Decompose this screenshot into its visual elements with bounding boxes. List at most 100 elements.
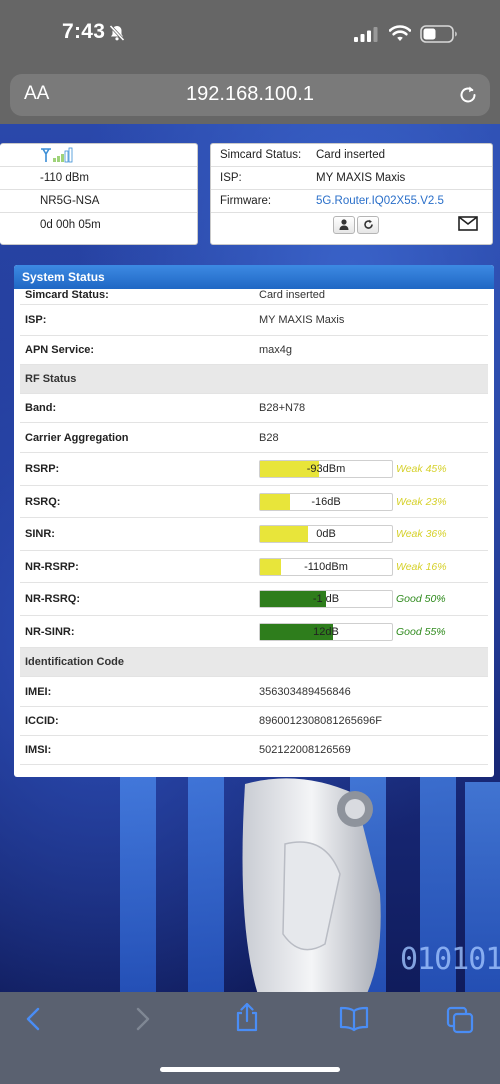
signal-strength-value: -110 dBm	[0, 167, 197, 190]
table-row: ISP: MY MAXIS Maxis	[20, 305, 488, 336]
signal-row	[0, 144, 197, 167]
address-bar[interactable]: AA 192.168.100.1	[10, 74, 490, 116]
nr-rsrq-meter: -1 dB	[259, 590, 393, 608]
antenna-signal-icon	[41, 147, 73, 163]
forward-icon[interactable]	[130, 1006, 154, 1032]
quality-label: Good 55%	[396, 625, 446, 638]
ios-status-bar: 7:43	[0, 0, 500, 68]
row-value: B28	[259, 431, 279, 444]
refresh-icon	[363, 219, 373, 229]
table-row: Carrier Aggregation B28	[20, 423, 488, 453]
network-mode-value: NR5G-NSA	[0, 190, 197, 213]
meter-value: 0dB	[316, 528, 336, 540]
user-button[interactable]	[333, 215, 355, 234]
isp-label: ISP:	[220, 172, 242, 184]
info-row: Simcard Status: Card inserted	[211, 144, 492, 167]
system-status-title: System Status	[14, 265, 494, 289]
firmware-label: Firmware:	[220, 195, 272, 207]
row-label: Carrier Aggregation	[25, 431, 129, 444]
bookmarks-icon[interactable]	[339, 1006, 369, 1032]
table-row: Simcard Status: Card inserted	[20, 289, 488, 305]
mail-icon[interactable]	[458, 216, 478, 231]
row-label: IMEI:	[25, 685, 52, 698]
quality-label: Weak 45%	[396, 463, 447, 475]
row-label: SINR:	[25, 528, 55, 540]
nr-rsrp-meter: -110dBm	[259, 557, 393, 576]
reload-icon[interactable]	[457, 84, 479, 106]
tabs-icon[interactable]	[446, 1006, 474, 1034]
table-row: ICCID: 8960012308081265696F	[20, 707, 488, 736]
nr-sinr-meter: 12dB	[259, 622, 393, 641]
url-text[interactable]: 192.168.100.1	[10, 83, 490, 106]
row-label: IMSI:	[25, 744, 52, 756]
table-row: IMSI: 502122008126569	[20, 736, 488, 765]
bg-binary-text: 01010101	[400, 942, 500, 977]
table-row: NR-RSRQ: -1 dB Good 50%	[20, 583, 488, 616]
row-label: Band:	[25, 402, 57, 414]
firmware-link[interactable]: 5G.Router.IQ02X55.V2.5	[316, 195, 444, 207]
connection-info-panel: -110 dBm NR5G-NSA 0d 00h 05m	[0, 143, 198, 245]
row-label: ICCID:	[25, 715, 59, 727]
row-value: 8960012308081265696F	[259, 715, 382, 727]
rsrp-meter: -93dBm	[259, 460, 393, 478]
tools-row	[211, 213, 492, 236]
row-label: NR-RSRP:	[25, 560, 79, 573]
system-status-panel: System Status Simcard Status: Card inser…	[14, 265, 494, 777]
robot-arm-illustration	[242, 778, 381, 992]
simcard-label: Simcard Status:	[220, 149, 302, 161]
table-row: APN Service: max4g	[20, 336, 488, 365]
quality-label: Weak 23%	[396, 495, 447, 508]
table-row: RSRQ: -16dB Weak 23%	[20, 486, 488, 518]
isp-value: MY MAXIS Maxis	[316, 172, 406, 184]
device-info-panel: Simcard Status: Card inserted ISP: MY MA…	[210, 143, 493, 245]
section-title: RF Status	[25, 373, 77, 385]
row-value: B28+N78	[259, 402, 306, 414]
quality-label: Weak 36%	[396, 528, 447, 540]
meter-value: -16dB	[311, 495, 341, 508]
row-label: RSRP:	[25, 463, 60, 475]
uptime-value: 0d 00h 05m	[40, 218, 101, 231]
sinr-meter: 0dB	[259, 525, 393, 543]
table-row: NR-RSRP: -110dBm Weak 16%	[20, 551, 488, 583]
user-icon	[339, 219, 349, 230]
wifi-icon	[389, 25, 411, 41]
meter-value: 12dB	[313, 625, 339, 638]
rsrq-meter: -16dB	[259, 492, 393, 511]
row-value: 356303489456846	[259, 685, 351, 698]
share-icon[interactable]	[234, 1002, 260, 1032]
refresh-button[interactable]	[357, 215, 379, 234]
signal-icon	[354, 27, 378, 42]
table-row: RSRP: -93dBm Weak 45%	[20, 453, 488, 486]
bg-decor-bar	[120, 752, 156, 992]
system-status-table: Simcard Status: Card inserted ISP: MY MA…	[14, 289, 494, 765]
back-icon[interactable]	[22, 1006, 46, 1032]
row-value: 502122008126569	[259, 744, 351, 756]
table-row: IMEI: 356303489456846	[20, 677, 488, 707]
row-label: NR-SINR:	[25, 625, 75, 638]
table-row: Band: B28+N78	[20, 394, 488, 423]
row-label: ISP:	[25, 314, 47, 326]
table-row: NR-SINR: 12dB Good 55%	[20, 616, 488, 648]
status-time: 7:43	[62, 20, 106, 43]
home-indicator	[160, 1067, 340, 1072]
row-label: RSRQ:	[25, 495, 61, 508]
battery-icon	[420, 25, 457, 43]
meter-value: -93dBm	[306, 463, 346, 475]
row-value: Card inserted	[259, 289, 326, 301]
row-value: MY MAXIS Maxis	[259, 314, 345, 326]
section-header-identification: Identification Code	[20, 648, 488, 677]
row-label: NR-RSRQ:	[25, 593, 80, 605]
simcard-value: Card inserted	[316, 149, 386, 161]
section-title: Identification Code	[25, 656, 124, 668]
quality-label: Weak 16%	[396, 560, 447, 573]
bell-off-icon	[109, 24, 125, 42]
quality-label: Good 50%	[396, 593, 446, 605]
meter-value: -1 dB	[312, 593, 340, 605]
browser-chrome: AA 192.168.100.1	[0, 68, 500, 124]
info-row: Firmware: 5G.Router.IQ02X55.V2.5	[211, 190, 492, 213]
table-row: SINR: 0dB Weak 36%	[20, 518, 488, 551]
section-header-rf: RF Status	[20, 365, 488, 394]
row-value: max4g	[259, 344, 293, 356]
meter-value: -110dBm	[304, 560, 348, 573]
row-label: APN Service:	[25, 344, 95, 356]
